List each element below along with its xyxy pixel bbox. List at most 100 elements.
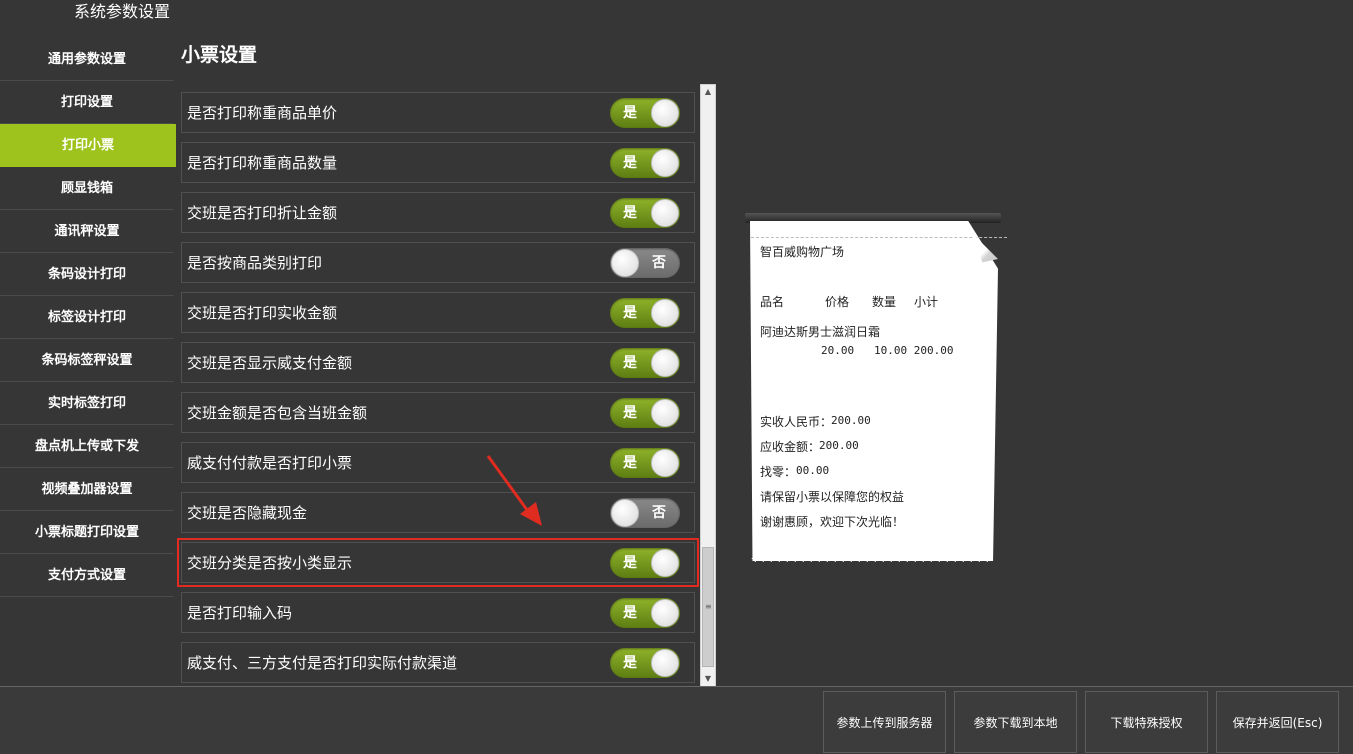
receipt-paper [750, 221, 998, 561]
setting-label: 是否打印称重商品单价 [187, 104, 338, 122]
toggle-label: 是 [623, 305, 637, 321]
toggle-label: 是 [623, 655, 637, 671]
toggle-knob [651, 449, 679, 477]
window-title: 系统参数设置 [74, 2, 171, 21]
toggle-knob [651, 599, 679, 627]
setting-row: 威支付、三方支付是否打印实际付款渠道 是 [181, 642, 695, 683]
setting-row: 交班金额是否包含当班金额 是 [181, 392, 695, 433]
setting-row: 威支付付款是否打印小票 是 [181, 442, 695, 483]
setting-row: 交班是否打印实收金额 是 [181, 292, 695, 333]
toggle-knob [651, 199, 679, 227]
setting-toggle[interactable]: 是 [610, 648, 680, 678]
scroll-thumb[interactable]: ≡ [702, 547, 714, 667]
setting-row: 是否打印输入码 是 [181, 592, 695, 633]
toggle-knob [651, 399, 679, 427]
receipt-store: 智百威购物广场 [760, 245, 845, 259]
receipt-header-name: 品名 [760, 295, 785, 309]
receipt-header-qty: 数量 [872, 295, 897, 309]
scroll-down-arrow-icon[interactable]: ▼ [701, 672, 715, 686]
toggle-label: 是 [623, 605, 637, 621]
setting-row: 是否打印称重商品单价 是 [181, 92, 695, 133]
setting-label: 是否打印输入码 [187, 604, 293, 622]
setting-label: 交班分类是否按小类显示 [187, 554, 353, 572]
sidebar-item[interactable]: 打印小票 [0, 124, 176, 167]
receipt-due-label: 应收金额： [760, 440, 821, 454]
bottom-toolbar: 参数上传到服务器 参数下载到本地 下载特殊授权 保存并返回(Esc) [0, 686, 1353, 754]
settings-list: 是否打印称重商品单价是是否打印称重商品数量是交班是否打印折让金额是是否按商品类别… [177, 92, 699, 692]
setting-label: 交班是否显示威支付金额 [187, 354, 353, 372]
download-params-button[interactable]: 参数下载到本地 [954, 691, 1077, 753]
setting-row: 交班是否打印折让金额 是 [181, 192, 695, 233]
toggle-label: 是 [623, 205, 637, 221]
setting-toggle[interactable]: 是 [610, 598, 680, 628]
setting-row: 交班是否隐藏现金 否 [181, 492, 695, 533]
toggle-label: 是 [623, 355, 637, 371]
receipt-item-values: 20.00 10.00 200.00 [821, 344, 954, 357]
setting-label: 交班是否打印实收金额 [187, 304, 338, 322]
setting-row: 交班分类是否按小类显示 是 [177, 538, 699, 587]
scrollbar[interactable]: ▲ ≡ ▼ [700, 84, 716, 687]
setting-row: 交班是否显示威支付金额 是 [181, 342, 695, 383]
setting-row: 是否按商品类别打印 否 [181, 242, 695, 283]
setting-row: 是否打印称重商品数量 是 [181, 142, 695, 183]
toggle-label: 是 [623, 405, 637, 421]
toggle-label: 是 [623, 105, 637, 121]
toggle-knob [651, 349, 679, 377]
sidebar-item[interactable]: 盘点机上传或下发 [0, 425, 174, 468]
setting-toggle[interactable]: 是 [610, 98, 680, 128]
toggle-knob [611, 249, 639, 277]
section-title: 小票设置 [181, 44, 258, 66]
receipt-tear-edge [751, 558, 993, 566]
toggle-label: 是 [623, 155, 637, 171]
sidebar: 通用参数设置 打印设置 打印小票 顾显钱箱 通讯秤设置 条码设计打印 标签设计打印 条码标签秤… [0, 38, 176, 597]
sidebar-item[interactable]: 通用参数设置 [0, 38, 174, 81]
scroll-up-arrow-icon[interactable]: ▲ [701, 85, 715, 99]
sidebar-item[interactable]: 打印设置 [0, 81, 174, 124]
sidebar-item[interactable]: 通讯秤设置 [0, 210, 174, 253]
setting-label: 交班是否隐藏现金 [187, 504, 308, 522]
receipt-paid-value: 200.00 [831, 414, 871, 427]
receipt-item-name: 阿迪达斯男士滋润日霜 [760, 325, 881, 339]
setting-label: 威支付、三方支付是否打印实际付款渠道 [187, 654, 458, 672]
setting-label: 交班是否打印折让金额 [187, 204, 338, 222]
sidebar-item[interactable]: 实时标签打印 [0, 382, 174, 425]
receipt-perforation [751, 237, 1007, 238]
setting-toggle[interactable]: 是 [610, 398, 680, 428]
sidebar-item[interactable]: 顾显钱箱 [0, 167, 174, 210]
sidebar-item[interactable]: 视频叠加器设置 [0, 468, 174, 511]
receipt-change-label: 找零： [760, 465, 797, 479]
sidebar-item[interactable]: 小票标题打印设置 [0, 511, 174, 554]
save-return-button[interactable]: 保存并返回(Esc) [1216, 691, 1339, 753]
receipt-header-price: 价格 [825, 295, 850, 309]
setting-toggle[interactable]: 是 [610, 198, 680, 228]
toggle-knob [651, 99, 679, 127]
setting-label: 交班金额是否包含当班金额 [187, 404, 368, 422]
setting-label: 是否打印称重商品数量 [187, 154, 338, 172]
download-license-button[interactable]: 下载特殊授权 [1085, 691, 1208, 753]
upload-params-button[interactable]: 参数上传到服务器 [823, 691, 946, 753]
receipt-paid-label: 实收人民币： [760, 415, 833, 429]
grip-icon: ≡ [705, 602, 712, 611]
sidebar-item[interactable]: 标签设计打印 [0, 296, 174, 339]
toggle-label: 是 [623, 555, 637, 571]
setting-toggle[interactable]: 是 [610, 298, 680, 328]
setting-toggle[interactable]: 否 [610, 498, 680, 528]
toggle-knob [651, 649, 679, 677]
receipt-change-value: 00.00 [796, 464, 830, 477]
sidebar-item[interactable]: 支付方式设置 [0, 554, 174, 597]
toggle-knob [651, 549, 679, 577]
receipt-preview: 智百威购物广场 品名 价格 数量 小计 阿迪达斯男士滋润日霜 20.00 10.… [745, 213, 1007, 573]
sidebar-item[interactable]: 条码设计打印 [0, 253, 174, 296]
setting-toggle[interactable]: 是 [610, 548, 680, 578]
setting-toggle[interactable]: 是 [610, 348, 680, 378]
sidebar-item[interactable]: 条码标签秤设置 [0, 339, 174, 382]
toggle-knob [651, 299, 679, 327]
toggle-label: 否 [652, 255, 666, 271]
setting-toggle[interactable]: 是 [610, 148, 680, 178]
setting-toggle[interactable]: 否 [610, 248, 680, 278]
receipt-note-2: 谢谢惠顾，欢迎下次光临！ [760, 515, 905, 529]
setting-label: 是否按商品类别打印 [187, 254, 323, 272]
red-arrow-icon [486, 455, 542, 526]
setting-toggle[interactable]: 是 [610, 448, 680, 478]
receipt-due-value: 200.00 [819, 439, 859, 452]
